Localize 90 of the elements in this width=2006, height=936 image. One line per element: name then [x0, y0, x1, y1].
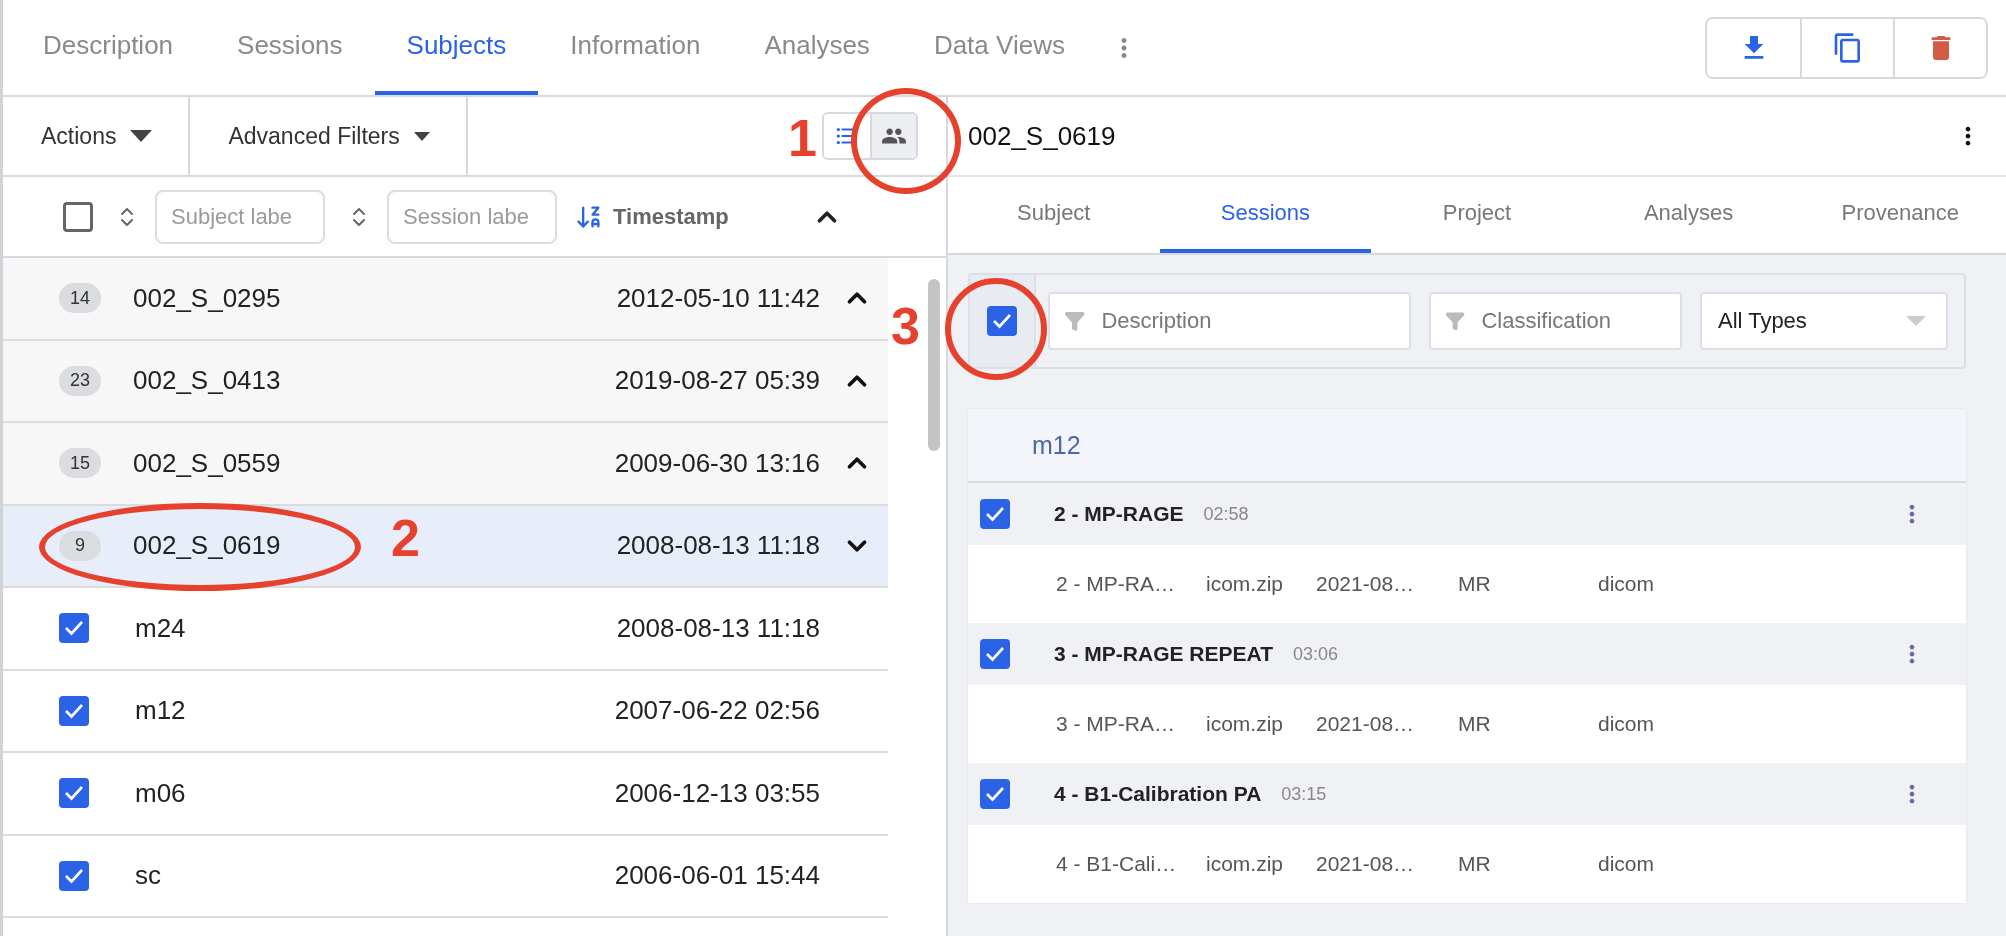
- annotation-number: 3: [891, 296, 920, 356]
- subject-label: 002_S_0295: [133, 282, 281, 314]
- timestamp: 2006-12-13 03:55: [614, 777, 820, 809]
- acquisition-time: 03:06: [1292, 643, 1338, 665]
- checkmark-icon: [985, 646, 1005, 662]
- nav-tab[interactable]: Description: [41, 0, 206, 95]
- file-cell-text: MR: [1458, 572, 1492, 596]
- file-cell-text: 2021-08…: [1316, 572, 1416, 596]
- file-cell-text: dicom: [1598, 712, 1656, 736]
- file-cell-text: MR: [1458, 852, 1492, 876]
- subject-label: 002_S_0413: [133, 365, 281, 397]
- count-badge: 23: [59, 365, 101, 396]
- detail-tab[interactable]: Analyses: [1582, 177, 1795, 253]
- session-label: m24: [135, 612, 186, 644]
- nav-tab[interactable]: Information: [538, 0, 733, 95]
- session-label: m12: [1032, 430, 1081, 460]
- file-cell-text: 2021-08…: [1316, 712, 1416, 736]
- description-filter[interactable]: Description: [1099, 307, 1396, 335]
- session-label: m06: [135, 777, 186, 809]
- description-filter[interactable]: Description: [1048, 292, 1412, 350]
- caret-icon: [1906, 316, 1926, 326]
- acquisition-time: 03:15: [1281, 783, 1327, 805]
- timestamp: 2009-06-30 13:16: [614, 447, 820, 479]
- timestamp: 2019-08-27 05:39: [614, 365, 820, 397]
- session-checkbox[interactable]: [59, 860, 89, 891]
- acquisition-title: 3 - MP-RAGE REPEAT: [1054, 642, 1273, 666]
- checkmark-icon: [64, 785, 84, 802]
- session-label: sc: [135, 860, 161, 892]
- session-checkbox[interactable]: [59, 778, 89, 809]
- checkmark-icon: [64, 620, 84, 637]
- scrollbar[interactable]: [928, 279, 940, 451]
- file-cell-text: 2 - MP-RA…: [1056, 572, 1176, 596]
- count-badge: 14: [59, 283, 101, 314]
- subject-row[interactable]: 14 002_S_0295 2012-05-10 11:42: [3, 258, 888, 341]
- file-cell-text: 4 - B1-Cali…: [1056, 852, 1178, 876]
- group-view-button[interactable]: [870, 114, 916, 158]
- subject-row[interactable]: 23 002_S_0413 2019-08-27 05:39: [3, 340, 888, 423]
- checkmark-icon: [985, 506, 1005, 522]
- select-all-checkbox[interactable]: [987, 306, 1017, 336]
- timestamp: 2008-08-13 11:18: [616, 530, 820, 562]
- timestamp: 2007-06-22 02:56: [614, 695, 820, 727]
- annotation-number: 1: [788, 108, 817, 168]
- caret-icon: [130, 130, 153, 142]
- acquisition-time: 02:58: [1203, 503, 1249, 525]
- delete-button[interactable]: [1893, 18, 1986, 77]
- type-select[interactable]: All Types: [1700, 292, 1948, 350]
- file-cell-text: dicom: [1598, 572, 1656, 596]
- subject-label: 002_S_0559: [133, 447, 281, 479]
- annotation-number: 2: [391, 508, 420, 568]
- nav-tab[interactable]: Data Views: [901, 0, 1097, 95]
- session-label-filter[interactable]: Session labe: [387, 189, 557, 244]
- nav-tab[interactable]: Analyses: [732, 0, 902, 95]
- subject-label: 002_S_0619: [133, 530, 281, 562]
- session-checkbox[interactable]: [59, 695, 89, 726]
- file-cell-text: 2021-08…: [1316, 852, 1416, 876]
- acquisition-checkbox[interactable]: [980, 499, 1010, 529]
- checkmark-icon: [64, 702, 84, 719]
- column-header[interactable]: Timestamp: [613, 203, 729, 230]
- count-badge: 9: [59, 530, 101, 561]
- subject-title: 002_S_0619: [968, 120, 1116, 152]
- timestamp: 2006-06-01 15:44: [614, 860, 820, 892]
- subject-label-filter[interactable]: Subject labe: [155, 189, 325, 244]
- file-cell-text: dicom: [1598, 852, 1656, 876]
- detail-tab[interactable]: Subject: [948, 177, 1160, 253]
- acquisition-checkbox[interactable]: [980, 639, 1010, 669]
- checkmark-icon: [985, 786, 1005, 802]
- checkmark-icon: [992, 313, 1012, 329]
- file-cell-text: icom.zip: [1206, 712, 1285, 736]
- count-badge: 15: [59, 448, 101, 479]
- classification-filter[interactable]: Classification: [1479, 307, 1666, 335]
- session-checkbox[interactable]: [59, 613, 89, 644]
- checkmark-icon: [64, 867, 84, 884]
- timestamp: 2012-05-10 11:42: [616, 282, 820, 314]
- select-all-checkbox[interactable]: [63, 201, 93, 232]
- subject-row[interactable]: 15 002_S_0559 2009-06-30 13:16: [3, 423, 888, 506]
- classification-filter[interactable]: Classification: [1429, 292, 1682, 350]
- file-cell-text: MR: [1458, 712, 1492, 736]
- nav-tab[interactable]: Sessions: [205, 0, 375, 95]
- acquisition-title: 4 - B1-Calibration PA: [1054, 782, 1262, 806]
- file-cell-text: icom.zip: [1206, 572, 1285, 596]
- acquisition-title: 2 - MP-RAGE: [1054, 502, 1184, 526]
- acquisition-checkbox[interactable]: [980, 779, 1010, 809]
- timestamp: 2008-08-13 11:18: [616, 612, 820, 644]
- caret-icon: [413, 131, 430, 141]
- session-label: m12: [135, 695, 186, 727]
- file-cell-text: icom.zip: [1206, 852, 1285, 876]
- filter-icon: [1064, 309, 1086, 333]
- file-cell-text: 3 - MP-RA…: [1056, 712, 1176, 736]
- detail-tab[interactable]: Provenance: [1794, 177, 2006, 253]
- detail-tab[interactable]: Project: [1371, 177, 1583, 253]
